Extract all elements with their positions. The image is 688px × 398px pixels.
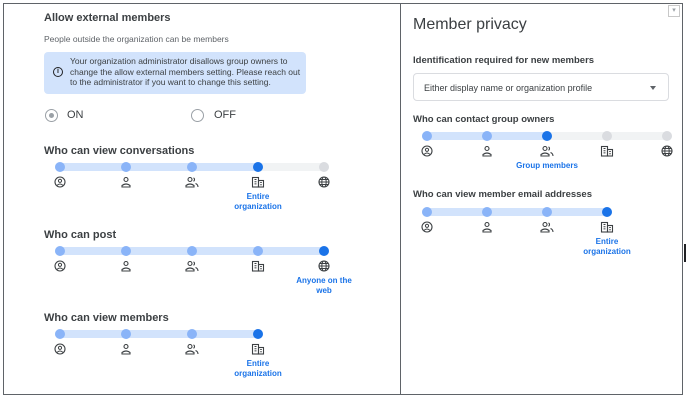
slider-fill xyxy=(55,163,263,171)
slider-step-2[interactable] xyxy=(482,131,492,141)
slider-selected-label: Group members xyxy=(516,161,578,170)
contact-owners-slider[interactable]: Group members xyxy=(421,128,677,170)
slider-step-2[interactable] xyxy=(121,162,131,172)
slider-step-3[interactable] xyxy=(187,162,197,172)
view-conversations-slider[interactable]: Entire organization xyxy=(54,159,340,211)
slider-step-4[interactable] xyxy=(253,246,263,256)
globe-icon xyxy=(660,145,674,157)
dropdown-caret-icon xyxy=(650,86,656,90)
globe-icon xyxy=(317,260,331,272)
slider-step-5[interactable] xyxy=(319,162,329,172)
slider-step-2[interactable] xyxy=(482,207,492,217)
slider-step-3[interactable] xyxy=(542,131,552,141)
slider-step-1[interactable] xyxy=(55,246,65,256)
external-off-label: OFF xyxy=(214,109,236,121)
slider-step-3[interactable] xyxy=(187,329,197,339)
slider-step-4[interactable] xyxy=(253,329,263,339)
person-icon xyxy=(119,260,133,272)
slider-step-4[interactable] xyxy=(602,207,612,217)
slider-step-2[interactable] xyxy=(121,329,131,339)
person-icon xyxy=(480,221,494,233)
slider-step-1[interactable] xyxy=(55,162,65,172)
external-off-radio[interactable] xyxy=(191,109,204,122)
external-members-title: Allow external members xyxy=(44,12,171,24)
account-circle-icon xyxy=(420,145,434,157)
contact-owners-title: Who can contact group owners xyxy=(413,114,555,125)
person-icon xyxy=(119,176,133,188)
view-emails-title: Who can view member email addresses xyxy=(413,189,592,200)
account-circle-icon xyxy=(53,176,67,188)
slider-step-3[interactable] xyxy=(187,246,197,256)
external-on-label: ON xyxy=(67,109,84,121)
post-title: Who can post xyxy=(44,229,117,241)
slider-fill xyxy=(55,330,263,338)
slider-step-1[interactable] xyxy=(422,131,432,141)
scroll-marker xyxy=(684,244,686,262)
slider-step-4[interactable] xyxy=(602,131,612,141)
identification-dropdown[interactable]: Either display name or organization prof… xyxy=(413,73,669,101)
slider-step-2[interactable] xyxy=(121,246,131,256)
member-privacy-title: Member privacy xyxy=(413,16,527,33)
slider-step-5[interactable] xyxy=(662,131,672,141)
group-icon xyxy=(185,260,199,272)
slider-step-1[interactable] xyxy=(422,207,432,217)
post-slider[interactable]: Anyone on the web xyxy=(54,243,352,295)
slider-step-5[interactable] xyxy=(319,246,329,256)
identification-value: Either display name or organization prof… xyxy=(424,83,593,93)
domain-icon xyxy=(251,260,265,272)
person-icon xyxy=(119,343,133,355)
slider-selected-label: Entire organization xyxy=(234,192,282,211)
group-icon xyxy=(185,176,199,188)
slider-step-1[interactable] xyxy=(55,329,65,339)
admin-info-text: Your organization administrator disallow… xyxy=(70,56,301,87)
slider-selected-label: Anyone on the web xyxy=(296,276,352,295)
identification-label: Identification required for new members xyxy=(413,55,595,66)
slider-selected-label: Entire organization xyxy=(234,359,282,378)
globe-icon xyxy=(317,176,331,188)
account-circle-icon xyxy=(53,343,67,355)
info-icon: i xyxy=(53,67,63,77)
admin-info-box: i Your organization administrator disall… xyxy=(44,52,306,94)
view-emails-slider[interactable]: Entire organization xyxy=(421,204,631,256)
slider-step-3[interactable] xyxy=(542,207,552,217)
slider-selected-label: Entire organization xyxy=(583,237,631,256)
group-icon xyxy=(185,343,199,355)
domain-icon xyxy=(251,343,265,355)
domain-icon xyxy=(600,221,614,233)
account-circle-icon xyxy=(53,260,67,272)
view-members-slider[interactable]: Entire organization xyxy=(54,326,340,378)
slider-fill xyxy=(422,208,612,216)
column-divider xyxy=(400,3,401,395)
account-circle-icon xyxy=(420,221,434,233)
external-on-radio[interactable] xyxy=(45,109,58,122)
external-members-subtitle: People outside the organization can be m… xyxy=(44,34,229,44)
view-conversations-title: Who can view conversations xyxy=(44,145,195,157)
person-icon xyxy=(480,145,494,157)
group-icon xyxy=(540,221,554,233)
domain-icon xyxy=(251,176,265,188)
group-icon xyxy=(540,145,554,157)
slider-step-4[interactable] xyxy=(253,162,263,172)
view-members-title: Who can view members xyxy=(44,312,169,324)
collapse-chevron-icon[interactable]: ▾ xyxy=(668,5,680,17)
domain-icon xyxy=(600,145,614,157)
